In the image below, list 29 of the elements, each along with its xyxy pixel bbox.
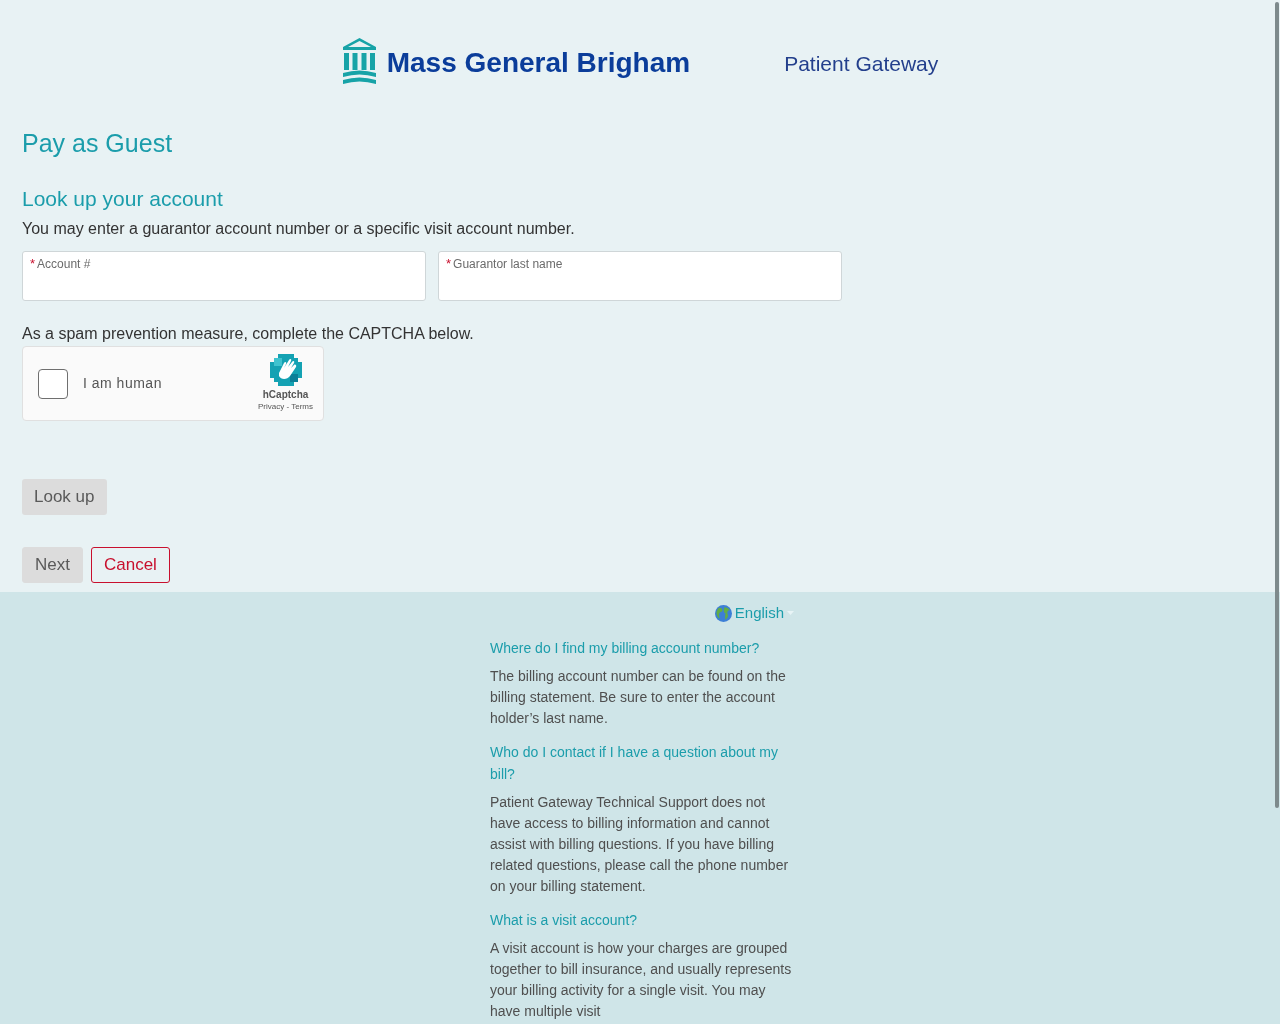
input-field[interactable]: *Account #: [22, 251, 426, 301]
field-label: Guarantor last name: [453, 256, 563, 272]
privacy-terms-links[interactable]: Privacy - Terms: [258, 401, 313, 413]
scrollbar-thumb[interactable]: [1275, 2, 1279, 808]
page-title: Pay as Guest: [22, 128, 173, 158]
faq-answer: Patient Gateway Technical Support does not have access to billing information and cannot assist with billing questions. If you have billing related questions, please call the phone number on your billing statement.: [490, 793, 790, 896]
next-button[interactable]: Next: [22, 547, 83, 583]
hand-logo-icon: [269, 354, 302, 386]
faq-answer: A visit account is how your charges are grouped together to bill insurance, and usually represents your billing activity for a single visit. You may have multiple visit: [490, 939, 793, 1021]
field-label: Account #: [37, 256, 91, 272]
globe-icon: [714, 604, 732, 622]
captcha-brand: hCaptcha: [262, 389, 309, 401]
app-name: Patient Gateway: [784, 51, 939, 77]
section-title: Look up your account: [22, 186, 223, 212]
captcha-label: I am human: [83, 374, 162, 393]
look-up-button[interactable]: Look up: [22, 479, 107, 515]
required-asterisk: *: [30, 256, 36, 272]
input-field[interactable]: *Guarantor last name: [438, 251, 842, 301]
captcha-checkbox[interactable]: [38, 368, 68, 399]
building-logo-icon: [341, 37, 377, 85]
logo-text: Mass General Brigham: [386, 46, 691, 80]
faq-question: What is a visit account?: [490, 911, 639, 930]
faq-answer: The billing account number can be found on the billing statement. Be sure to enter the account holder’s last name.: [490, 667, 787, 728]
faq-question: Where do I find my billing account number?: [490, 639, 761, 658]
cancel-button[interactable]: Cancel: [90, 547, 170, 583]
instructions-text: You may enter a guarantor account number or a specific visit account number.: [22, 219, 575, 239]
faq-question: Who do I contact if I have a question about my bill?: [490, 743, 779, 784]
required-asterisk: *: [446, 256, 452, 272]
captcha-prompt: As a spam prevention measure, complete the CAPTCHA below.: [22, 324, 474, 344]
